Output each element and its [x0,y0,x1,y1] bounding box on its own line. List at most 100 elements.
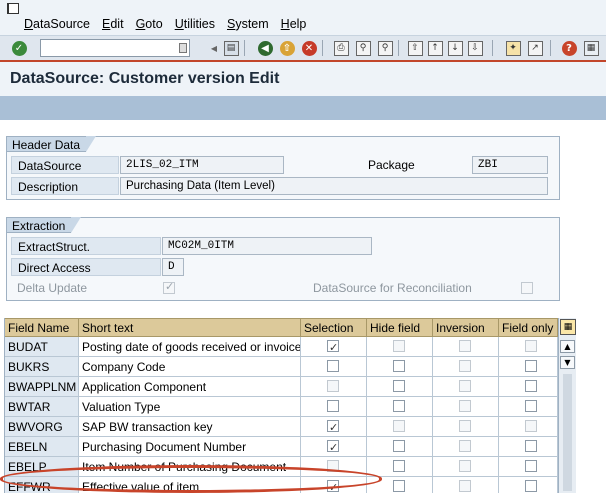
table-settings-icon[interactable]: ▦ [560,319,576,335]
field-only-checkbox[interactable] [525,380,537,392]
package-field[interactable]: ZBI [472,156,548,174]
first-page-icon[interactable]: ⇧ [406,39,424,57]
print-icon[interactable]: ⎙ [332,39,350,57]
direct-access-label: Direct Access [11,258,161,276]
hide-field-cell [367,477,433,493]
direct-access-field[interactable]: D [162,258,184,276]
back-icon[interactable]: ◀ [256,39,274,57]
header-data-group: Header Data DataSource 2LIS_02_ITM Packa… [6,136,560,200]
system-menu-icon[interactable] [7,3,19,14]
selection-checkbox[interactable] [327,360,339,372]
selection-checkbox[interactable] [327,478,339,493]
customize-layout-icon[interactable]: ▦ [582,39,600,57]
short-text-cell: Purchasing Document Number [79,437,301,457]
selection-cell [301,357,367,377]
menu-utilities[interactable]: Utilities [175,17,215,31]
field-only-cell [499,457,558,477]
inversion-checkbox [459,360,471,372]
menu-goto[interactable]: Goto [136,17,163,31]
menu-system[interactable]: System [227,17,269,31]
menu-edit[interactable]: Edit [102,17,124,31]
help-icon[interactable]: ? [560,39,578,57]
prev-page-icon[interactable]: ↑ [426,39,444,57]
field-table: Field Name Short text Selection Hide field I… [4,318,578,493]
reconciliation-label: DataSource for Reconciliation [313,281,472,295]
package-label: Package [368,158,415,172]
selection-header[interactable]: Selection [301,318,367,337]
field-only-header[interactable]: Field only [499,318,558,337]
menu-help[interactable]: Help [281,17,307,31]
title-bar: DataSource: Customer version Edit [0,62,606,96]
hide-field-checkbox [393,420,405,432]
enter-icon[interactable]: ✓ [10,39,28,57]
field-name-header[interactable]: Field Name [5,318,79,337]
scrollbar-track[interactable] [563,374,572,491]
field-name-cell: BWVORG [5,417,79,437]
hide-field-cell [367,457,433,477]
short-text-cell: SAP BW transaction key [79,417,301,437]
selection-checkbox[interactable] [327,438,339,456]
reconciliation-checkbox [521,282,533,294]
extraction-group-title: Extraction [6,217,82,233]
hide-field-checkbox[interactable] [393,380,405,392]
inversion-header[interactable]: Inversion [433,318,499,337]
create-session-icon[interactable]: ✦ [504,39,522,57]
collapse-arrow-icon[interactable]: ◀ [205,39,223,57]
field-only-checkbox[interactable] [525,360,537,372]
field-name-cell: EBELN [5,437,79,457]
field-only-cell [499,357,558,377]
datasource-field[interactable]: 2LIS_02_ITM [120,156,284,174]
field-name-cell: BUKRS [5,357,79,377]
hide-field-checkbox[interactable] [393,440,405,452]
field-only-checkbox [525,420,537,432]
table-row: BWTAR Valuation Type [5,397,558,417]
short-text-cell: Posting date of goods received or invoic… [79,337,301,357]
selection-checkbox[interactable] [327,400,339,412]
last-page-icon[interactable]: ⇩ [466,39,484,57]
table-row: EBELN Purchasing Document Number [5,437,558,457]
selection-cell [301,437,367,457]
field-name-cell: EFFWR [5,477,79,493]
field-only-checkbox[interactable] [525,460,537,472]
hide-field-checkbox [393,340,405,352]
short-text-header[interactable]: Short text [79,318,301,337]
description-field[interactable]: Purchasing Data (Item Level) [120,177,548,195]
find-next-icon[interactable]: ⚲ [376,39,394,57]
inversion-cell [433,417,499,437]
page-title: DataSource: Customer version Edit [10,70,280,87]
next-page-icon[interactable]: ↓ [446,39,464,57]
find-icon[interactable]: ⚲ [354,39,372,57]
field-only-checkbox[interactable] [525,400,537,412]
hide-field-checkbox[interactable] [393,460,405,472]
inversion-checkbox [459,340,471,352]
selection-cell [301,477,367,493]
selection-cell [301,377,367,397]
command-field[interactable] [40,39,190,57]
hide-field-cell [367,417,433,437]
extract-struct-field[interactable]: MC02M_0ITM [162,237,372,255]
hide-field-checkbox[interactable] [393,480,405,492]
delta-update-label: Delta Update [17,281,88,295]
shortcut-icon[interactable]: ↗ [526,39,544,57]
field-only-cell [499,337,558,357]
hide-field-checkbox[interactable] [393,400,405,412]
menu-datasource[interactable]: DataSource [24,17,90,31]
field-only-checkbox[interactable] [525,440,537,452]
save-icon[interactable]: ▤ [222,39,240,57]
selection-checkbox[interactable] [327,338,339,356]
datasource-label: DataSource [11,156,119,174]
field-name-cell: BUDAT [5,337,79,357]
hide-field-checkbox[interactable] [393,360,405,372]
hide-field-header[interactable]: Hide field [367,318,433,337]
cancel-icon[interactable]: ✕ [300,39,318,57]
field-only-checkbox[interactable] [525,480,537,492]
selection-checkbox[interactable] [327,418,339,436]
command-history-dropdown-icon[interactable] [179,43,187,53]
scroll-up-icon[interactable]: ▲ [560,340,575,353]
field-name-cell: BWTAR [5,397,79,417]
table-scrollbar[interactable]: ▦ ▲ ▼ [558,318,576,493]
exit-icon[interactable]: ⇧ [278,39,296,57]
field-only-checkbox [525,340,537,352]
scroll-down-icon[interactable]: ▼ [560,356,575,369]
selection-cell [301,337,367,357]
